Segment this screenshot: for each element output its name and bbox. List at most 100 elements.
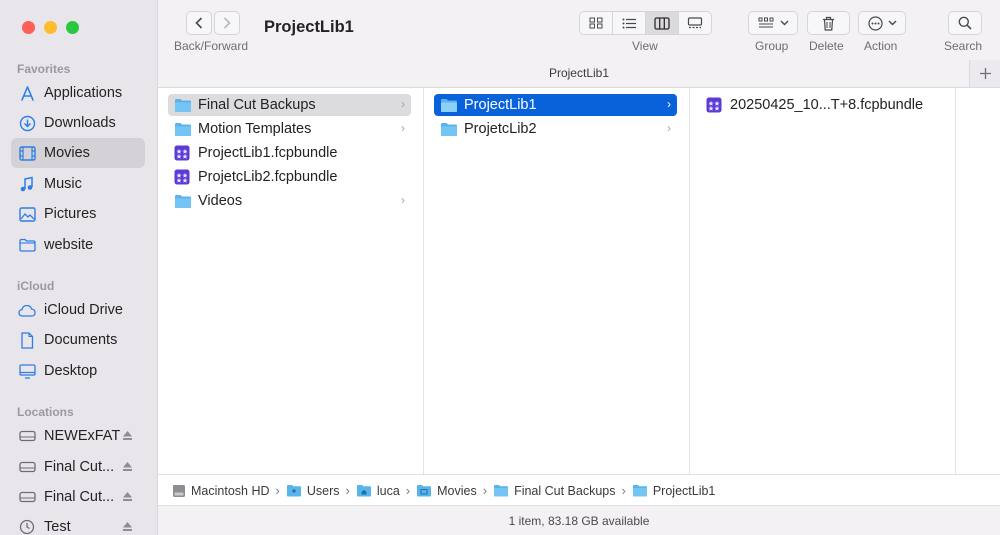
- list-item[interactable]: ProjectLib1 ›: [434, 94, 677, 116]
- toolbar: Back/Forward ProjectLib1 View Group Dele…: [158, 0, 1000, 60]
- desktop-icon: [18, 362, 36, 380]
- chevron-right-icon: ›: [275, 483, 280, 498]
- eject-icon[interactable]: [122, 429, 133, 445]
- sidebar-item-applications[interactable]: Applications: [11, 78, 145, 108]
- path-crumb-label: Movies: [437, 483, 477, 498]
- sidebar-item-website[interactable]: website: [11, 230, 145, 260]
- document-icon: [18, 331, 36, 349]
- columns-icon: [654, 16, 670, 30]
- eject-icon[interactable]: [122, 520, 133, 535]
- icon-view-button[interactable]: [579, 11, 613, 35]
- group-button[interactable]: [748, 11, 798, 35]
- folder-icon: [18, 236, 36, 254]
- search-icon: [958, 16, 972, 30]
- folder-icon: [632, 484, 648, 497]
- sidebar-section-favorites: Favorites: [17, 62, 71, 76]
- chevron-right-icon: ›: [345, 483, 350, 498]
- chevron-right-icon: ›: [482, 483, 488, 498]
- path-crumb-label: luca: [376, 483, 400, 498]
- item-name: ProjetcLib2: [464, 121, 537, 137]
- sidebar-item-test[interactable]: Test: [11, 512, 145, 535]
- sidebar-item-movies[interactable]: Movies: [11, 138, 145, 168]
- list-item[interactable]: ProjetcLib2 ›: [434, 118, 677, 140]
- sidebar-item-newexfat[interactable]: NEWExFAT: [11, 421, 145, 451]
- new-tab-button[interactable]: [969, 60, 1000, 87]
- view-mode-group: [579, 11, 712, 35]
- list-item[interactable]: ProjectLib1.fcpbundle: [168, 142, 411, 164]
- list-item[interactable]: 20250425_10...T+8.fcpbundle: [700, 94, 943, 116]
- window-controls: [22, 21, 79, 34]
- chevron-down-icon: [780, 20, 788, 26]
- forward-button[interactable]: [214, 11, 240, 35]
- item-name: ProjectLib1.fcpbundle: [198, 145, 338, 161]
- search-button[interactable]: [948, 11, 982, 35]
- sidebar-item-label: iCloud Drive: [44, 302, 123, 318]
- sidebar-item-desktop[interactable]: Desktop: [11, 356, 145, 386]
- sidebar-item-final-cut-2[interactable]: Final Cut...: [11, 482, 145, 512]
- path-crumb[interactable]: Macintosh HD: [172, 484, 270, 498]
- sidebar-item-icloud-drive[interactable]: iCloud Drive: [11, 295, 145, 325]
- chevron-right-icon: [223, 17, 231, 29]
- status-bar: 1 item, 83.18 GB available: [158, 505, 1000, 535]
- item-name: ProjetcLib2.fcpbundle: [198, 169, 338, 185]
- column-browser: Final Cut Backups › Motion Templates › P…: [158, 88, 1000, 474]
- minimize-window-button[interactable]: [44, 21, 57, 34]
- eject-icon[interactable]: [122, 490, 133, 506]
- delete-caption: Delete: [809, 39, 844, 53]
- sidebar-item-downloads[interactable]: Downloads: [11, 108, 145, 138]
- path-crumb[interactable]: luca: [356, 484, 400, 498]
- grid-icon: [589, 17, 603, 29]
- folder-icon: [493, 484, 509, 497]
- item-name: ProjectLib1: [464, 97, 537, 113]
- drive-icon: [18, 458, 36, 476]
- list-view-button[interactable]: [612, 11, 646, 35]
- column-1: Final Cut Backups › Motion Templates › P…: [158, 88, 424, 474]
- path-crumb[interactable]: Movies: [416, 484, 477, 498]
- sidebar-item-label: website: [44, 237, 94, 253]
- plus-icon: [979, 68, 991, 79]
- action-button[interactable]: [858, 11, 906, 35]
- drive-icon: [18, 427, 36, 445]
- column-view-button[interactable]: [645, 11, 679, 35]
- zoom-window-button[interactable]: [66, 21, 79, 34]
- home-folder-icon: [356, 484, 372, 497]
- sidebar-item-label: Downloads: [44, 115, 116, 131]
- folder-icon: [174, 121, 192, 137]
- path-crumb[interactable]: ProjectLib1: [632, 483, 716, 498]
- group-icon: [758, 17, 773, 28]
- delete-button[interactable]: [807, 11, 850, 35]
- item-name: Final Cut Backups: [198, 97, 316, 113]
- eject-icon[interactable]: [122, 460, 133, 476]
- column-4: [956, 88, 1000, 474]
- pictures-icon: [18, 205, 36, 223]
- list-item[interactable]: ProjetcLib2.fcpbundle: [168, 166, 411, 188]
- list-item[interactable]: Final Cut Backups ›: [168, 94, 411, 116]
- gallery-view-button[interactable]: [678, 11, 712, 35]
- sidebar-item-documents[interactable]: Documents: [11, 325, 145, 355]
- movies-folder-icon: [416, 484, 432, 497]
- back-button[interactable]: [186, 11, 212, 35]
- sidebar-item-pictures[interactable]: Pictures: [11, 199, 145, 229]
- list-item[interactable]: Videos ›: [168, 190, 411, 212]
- column-3: 20250425_10...T+8.fcpbundle: [690, 88, 956, 474]
- back-forward-group: [186, 11, 240, 35]
- fcp-bundle-icon: [174, 145, 192, 161]
- close-window-button[interactable]: [22, 21, 35, 34]
- chevron-right-icon: ›: [667, 97, 671, 111]
- more-icon: [867, 15, 883, 31]
- sidebar-item-final-cut-1[interactable]: Final Cut...: [11, 452, 145, 482]
- list-item[interactable]: Motion Templates ›: [168, 118, 411, 140]
- path-crumb-label: ProjectLib1: [652, 483, 716, 498]
- path-crumb[interactable]: Final Cut Backups: [493, 484, 616, 498]
- sidebar-item-music[interactable]: Music: [11, 169, 145, 199]
- chevron-right-icon: ›: [667, 121, 671, 135]
- trash-icon: [823, 16, 834, 31]
- gallery-icon: [687, 17, 703, 29]
- tab-bar: ProjectLib1: [158, 60, 1000, 88]
- path-crumb-label: Macintosh HD: [191, 483, 270, 498]
- sidebar-item-label: Movies: [44, 145, 90, 161]
- path-crumb[interactable]: Users: [286, 484, 340, 498]
- fcp-bundle-icon: [174, 169, 192, 185]
- sidebar-item-label: NEWExFAT: [44, 428, 121, 444]
- drive-icon: [18, 488, 36, 506]
